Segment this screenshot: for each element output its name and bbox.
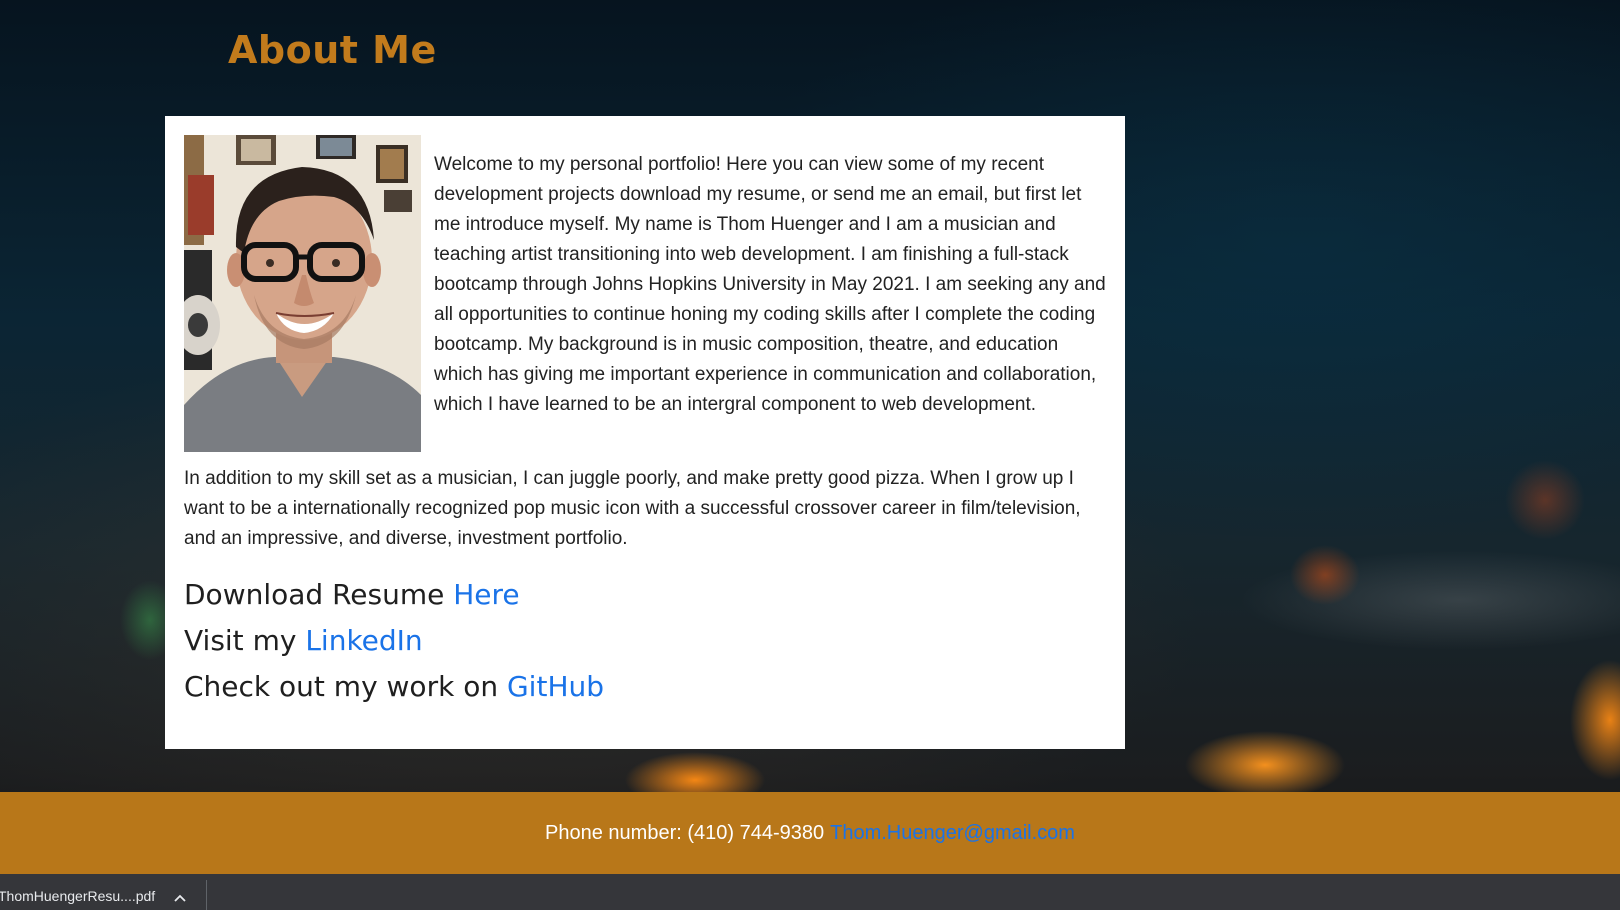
links-section: Download Resume Here Visit my LinkedIn C… (184, 572, 1106, 710)
page-title: About Me (228, 28, 437, 72)
github-prefix: Check out my work on (184, 670, 507, 703)
github-line: Check out my work on GitHub (184, 664, 1106, 710)
github-link[interactable]: GitHub (507, 670, 604, 703)
download-bar-divider (206, 880, 207, 910)
resume-download-link[interactable]: Here (453, 578, 519, 611)
linkedin-prefix: Visit my (184, 624, 306, 657)
contact-footer: Phone number: (410) 744-9380 Thom.Huenge… (0, 792, 1620, 874)
resume-line: Download Resume Here (184, 572, 1106, 618)
linkedin-line: Visit my LinkedIn (184, 618, 1106, 664)
profile-photo (184, 135, 421, 452)
portfolio-page: About Me Welcome to my personal portfoli… (0, 0, 1620, 910)
browser-download-bar: ThomHuengerResu....pdf (0, 874, 1620, 910)
about-card: Welcome to my personal portfolio! Here y… (165, 116, 1125, 749)
chevron-up-icon[interactable] (172, 890, 188, 906)
phone-number: Phone number: (410) 744-9380 (545, 821, 825, 844)
download-file-name[interactable]: ThomHuengerResu....pdf (0, 888, 155, 904)
linkedin-link[interactable]: LinkedIn (305, 624, 422, 657)
email-link[interactable]: Thom.Huenger@gmail.com (830, 822, 1075, 845)
resume-prefix: Download Resume (184, 578, 454, 611)
hobbies-paragraph: In addition to my skill set as a musicia… (184, 468, 1081, 549)
